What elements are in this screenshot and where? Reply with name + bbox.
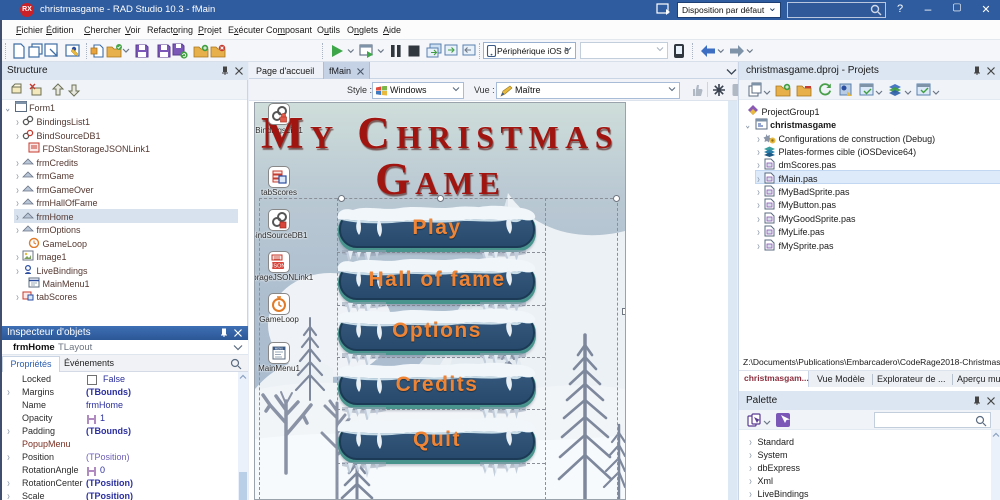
svg-text:JSON: JSON [271,264,286,270]
svg-text:MENU: MENU [275,347,283,351]
